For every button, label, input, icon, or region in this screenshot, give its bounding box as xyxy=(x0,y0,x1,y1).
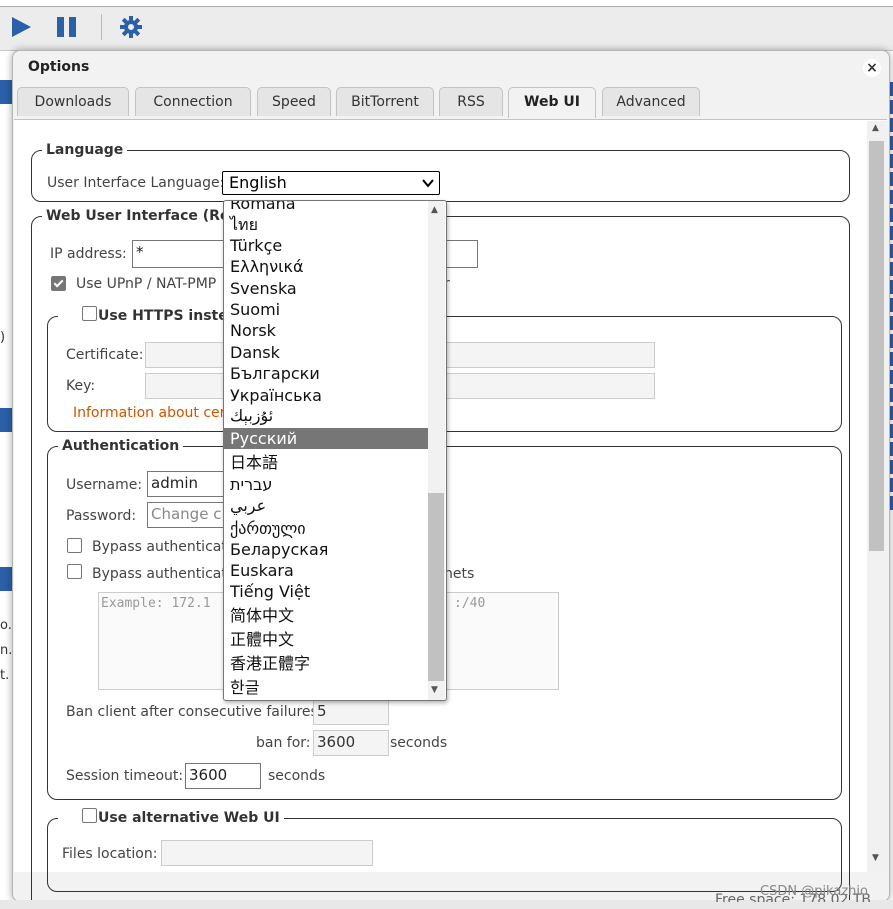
background-sidebar-block xyxy=(0,80,12,104)
language-dropdown-list: Romana ไทย Türkçe Ελληνικά Svenska Suomi… xyxy=(223,200,447,701)
ban-for-unit: seconds xyxy=(390,735,448,751)
tab-webui[interactable]: Web UI xyxy=(508,87,596,118)
background-text: ) xyxy=(0,330,6,345)
background-row: t. xyxy=(0,668,10,683)
watermark-text: CSDN @pikazhio xyxy=(760,884,868,899)
altui-legend: Use alternative Web UI xyxy=(98,810,280,826)
webui-legend: Web User Interface (Re xyxy=(46,208,230,224)
language-option-highlighted[interactable]: Русский xyxy=(224,428,432,449)
language-option[interactable]: Svenska xyxy=(224,278,432,299)
background-row: o. xyxy=(0,618,12,633)
ban-failures-input[interactable]: 5 xyxy=(313,699,389,725)
tab-content: Language User Interface Language: Web Us… xyxy=(14,119,887,901)
subnet-placeholder-left: Example: 172.1 xyxy=(101,596,211,611)
language-option[interactable]: עברית xyxy=(224,474,432,495)
main-toolbar xyxy=(0,0,893,51)
tab-rss[interactable]: RSS xyxy=(439,87,503,116)
language-option[interactable]: Български xyxy=(224,363,432,384)
toolbar-separator xyxy=(101,14,102,40)
password-label: Password: xyxy=(66,508,137,524)
language-option[interactable]: Suomi xyxy=(224,299,432,320)
https-checkbox[interactable] xyxy=(82,306,97,321)
chevron-down-icon xyxy=(421,176,435,194)
language-select-value: English xyxy=(229,173,287,192)
language-option[interactable]: 简体中文 xyxy=(224,605,432,626)
https-info-link[interactable]: Information about certi xyxy=(73,405,235,421)
language-option[interactable]: ไทย xyxy=(224,214,432,235)
scroll-up-icon[interactable]: ▲ xyxy=(872,123,879,133)
ban-for-label: ban for: xyxy=(256,735,311,751)
tab-connection[interactable]: Connection xyxy=(135,87,251,116)
language-fieldset: Language xyxy=(31,142,850,202)
gear-icon[interactable] xyxy=(119,15,143,43)
options-dialog: Options × Downloads Connection Speed Bit… xyxy=(12,50,890,902)
content-scrollbar-thumb[interactable] xyxy=(869,141,884,551)
background-row: n. xyxy=(0,643,13,658)
upnp-checkbox[interactable] xyxy=(51,276,66,291)
ip-address-label: IP address: xyxy=(50,246,127,262)
session-timeout-label: Session timeout: xyxy=(66,768,184,784)
ban-failures-label: Ban client after consecutive failures: xyxy=(66,704,323,720)
files-location-label: Files location: xyxy=(62,846,158,862)
key-label: Key: xyxy=(66,378,96,394)
close-icon[interactable]: × xyxy=(863,59,881,77)
altui-checkbox[interactable] xyxy=(82,808,97,823)
menu-bar-edge xyxy=(0,0,893,7)
language-option[interactable]: Беларуская xyxy=(224,539,432,560)
https-legend: Use HTTPS inste xyxy=(98,308,228,324)
scroll-down-icon[interactable]: ▼ xyxy=(872,853,879,863)
tab-speed[interactable]: Speed xyxy=(257,87,331,116)
bypass-local-label: Bypass authenticatio xyxy=(92,539,240,555)
background-sidebar-block xyxy=(0,567,12,591)
language-option[interactable]: Українська xyxy=(224,385,432,406)
bypass-subnets-label: Bypass authenticatio xyxy=(92,566,240,582)
bypass-subnets-checkbox[interactable] xyxy=(67,564,82,579)
language-label: User Interface Language: xyxy=(47,175,225,191)
authentication-legend: Authentication xyxy=(62,438,180,454)
language-option[interactable]: 한글 xyxy=(224,677,432,698)
dropdown-scrollbar-thumb[interactable] xyxy=(428,493,444,681)
ban-for-input[interactable]: 3600 xyxy=(313,730,389,756)
language-option[interactable]: Dansk xyxy=(224,342,432,363)
language-option[interactable]: Norsk xyxy=(224,320,432,341)
language-option[interactable]: Tiếng Việt xyxy=(224,581,432,602)
language-option[interactable]: 香港正體字 xyxy=(224,653,432,674)
scroll-up-icon[interactable]: ▲ xyxy=(431,205,438,215)
language-option[interactable]: Ελληνικά xyxy=(224,256,432,277)
bypass-local-checkbox[interactable] xyxy=(67,538,82,553)
bypass-subnets-label-tail: nets xyxy=(444,566,475,582)
pause-icon[interactable] xyxy=(55,16,79,42)
username-label: Username: xyxy=(66,477,143,493)
language-option[interactable]: Türkçe xyxy=(224,235,432,256)
language-option[interactable]: ئۇزبېك xyxy=(224,405,432,426)
dialog-title: Options xyxy=(28,59,90,75)
language-option[interactable]: 日本語 xyxy=(224,452,432,473)
tab-bittorrent[interactable]: BitTorrent xyxy=(336,87,434,116)
language-select[interactable]: English xyxy=(222,171,440,195)
language-option[interactable]: ქართული xyxy=(224,518,432,539)
background-sidebar-block xyxy=(0,408,12,432)
tab-advanced[interactable]: Advanced xyxy=(602,87,700,116)
subnet-placeholder-right: :/40 xyxy=(454,596,486,611)
scroll-down-icon[interactable]: ▼ xyxy=(431,685,438,695)
upnp-label: Use UPnP / NAT-PMP xyxy=(76,276,217,292)
language-option[interactable]: 正體中文 xyxy=(224,629,432,650)
play-icon[interactable] xyxy=(10,16,32,42)
tab-downloads[interactable]: Downloads xyxy=(17,87,129,116)
language-legend: Language xyxy=(46,142,124,158)
session-timeout-unit: seconds xyxy=(268,768,326,784)
language-option[interactable]: عربي xyxy=(224,495,432,516)
certificate-label: Certificate: xyxy=(66,347,144,363)
language-option[interactable]: Romana xyxy=(224,201,432,214)
session-timeout-input[interactable]: 3600 xyxy=(185,763,261,789)
language-option[interactable]: Euskara xyxy=(224,560,432,581)
files-location-input[interactable] xyxy=(161,840,373,866)
